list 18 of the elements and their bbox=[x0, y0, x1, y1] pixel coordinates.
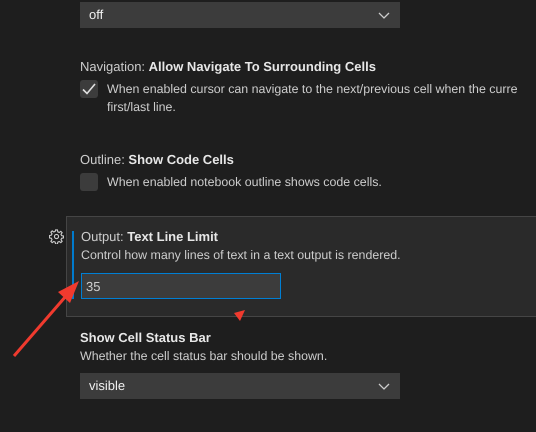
chevron-down-icon bbox=[378, 12, 390, 18]
dropdown[interactable]: off bbox=[80, 2, 400, 28]
number-field[interactable]: 35 bbox=[81, 273, 281, 299]
setting-title: Navigation: Allow Navigate To Surrounding Cells bbox=[80, 58, 377, 76]
gear-icon[interactable] bbox=[49, 229, 64, 244]
dropdown[interactable]: visible bbox=[80, 373, 400, 399]
chevron-down-icon bbox=[378, 382, 390, 390]
setting-description: first/last line. bbox=[107, 99, 177, 116]
setting-title: Output: Text Line Limit bbox=[81, 228, 220, 246]
setting-title: Show Cell Status Bar bbox=[80, 329, 212, 347]
checkbox[interactable] bbox=[80, 80, 98, 98]
setting-description: When enabled notebook outline shows code cells. bbox=[107, 174, 382, 191]
setting-description: Whether the cell status bar should be shown. bbox=[80, 348, 328, 365]
setting-description: When enabled cursor can navigate to the next/previous cell when the curre bbox=[107, 81, 518, 98]
setting-description: Control how many lines of text in a text output is rendered. bbox=[81, 247, 402, 264]
setting-title: Outline: Show Code Cells bbox=[80, 151, 235, 169]
triangle-mark bbox=[234, 310, 245, 321]
checkbox[interactable] bbox=[80, 173, 98, 191]
